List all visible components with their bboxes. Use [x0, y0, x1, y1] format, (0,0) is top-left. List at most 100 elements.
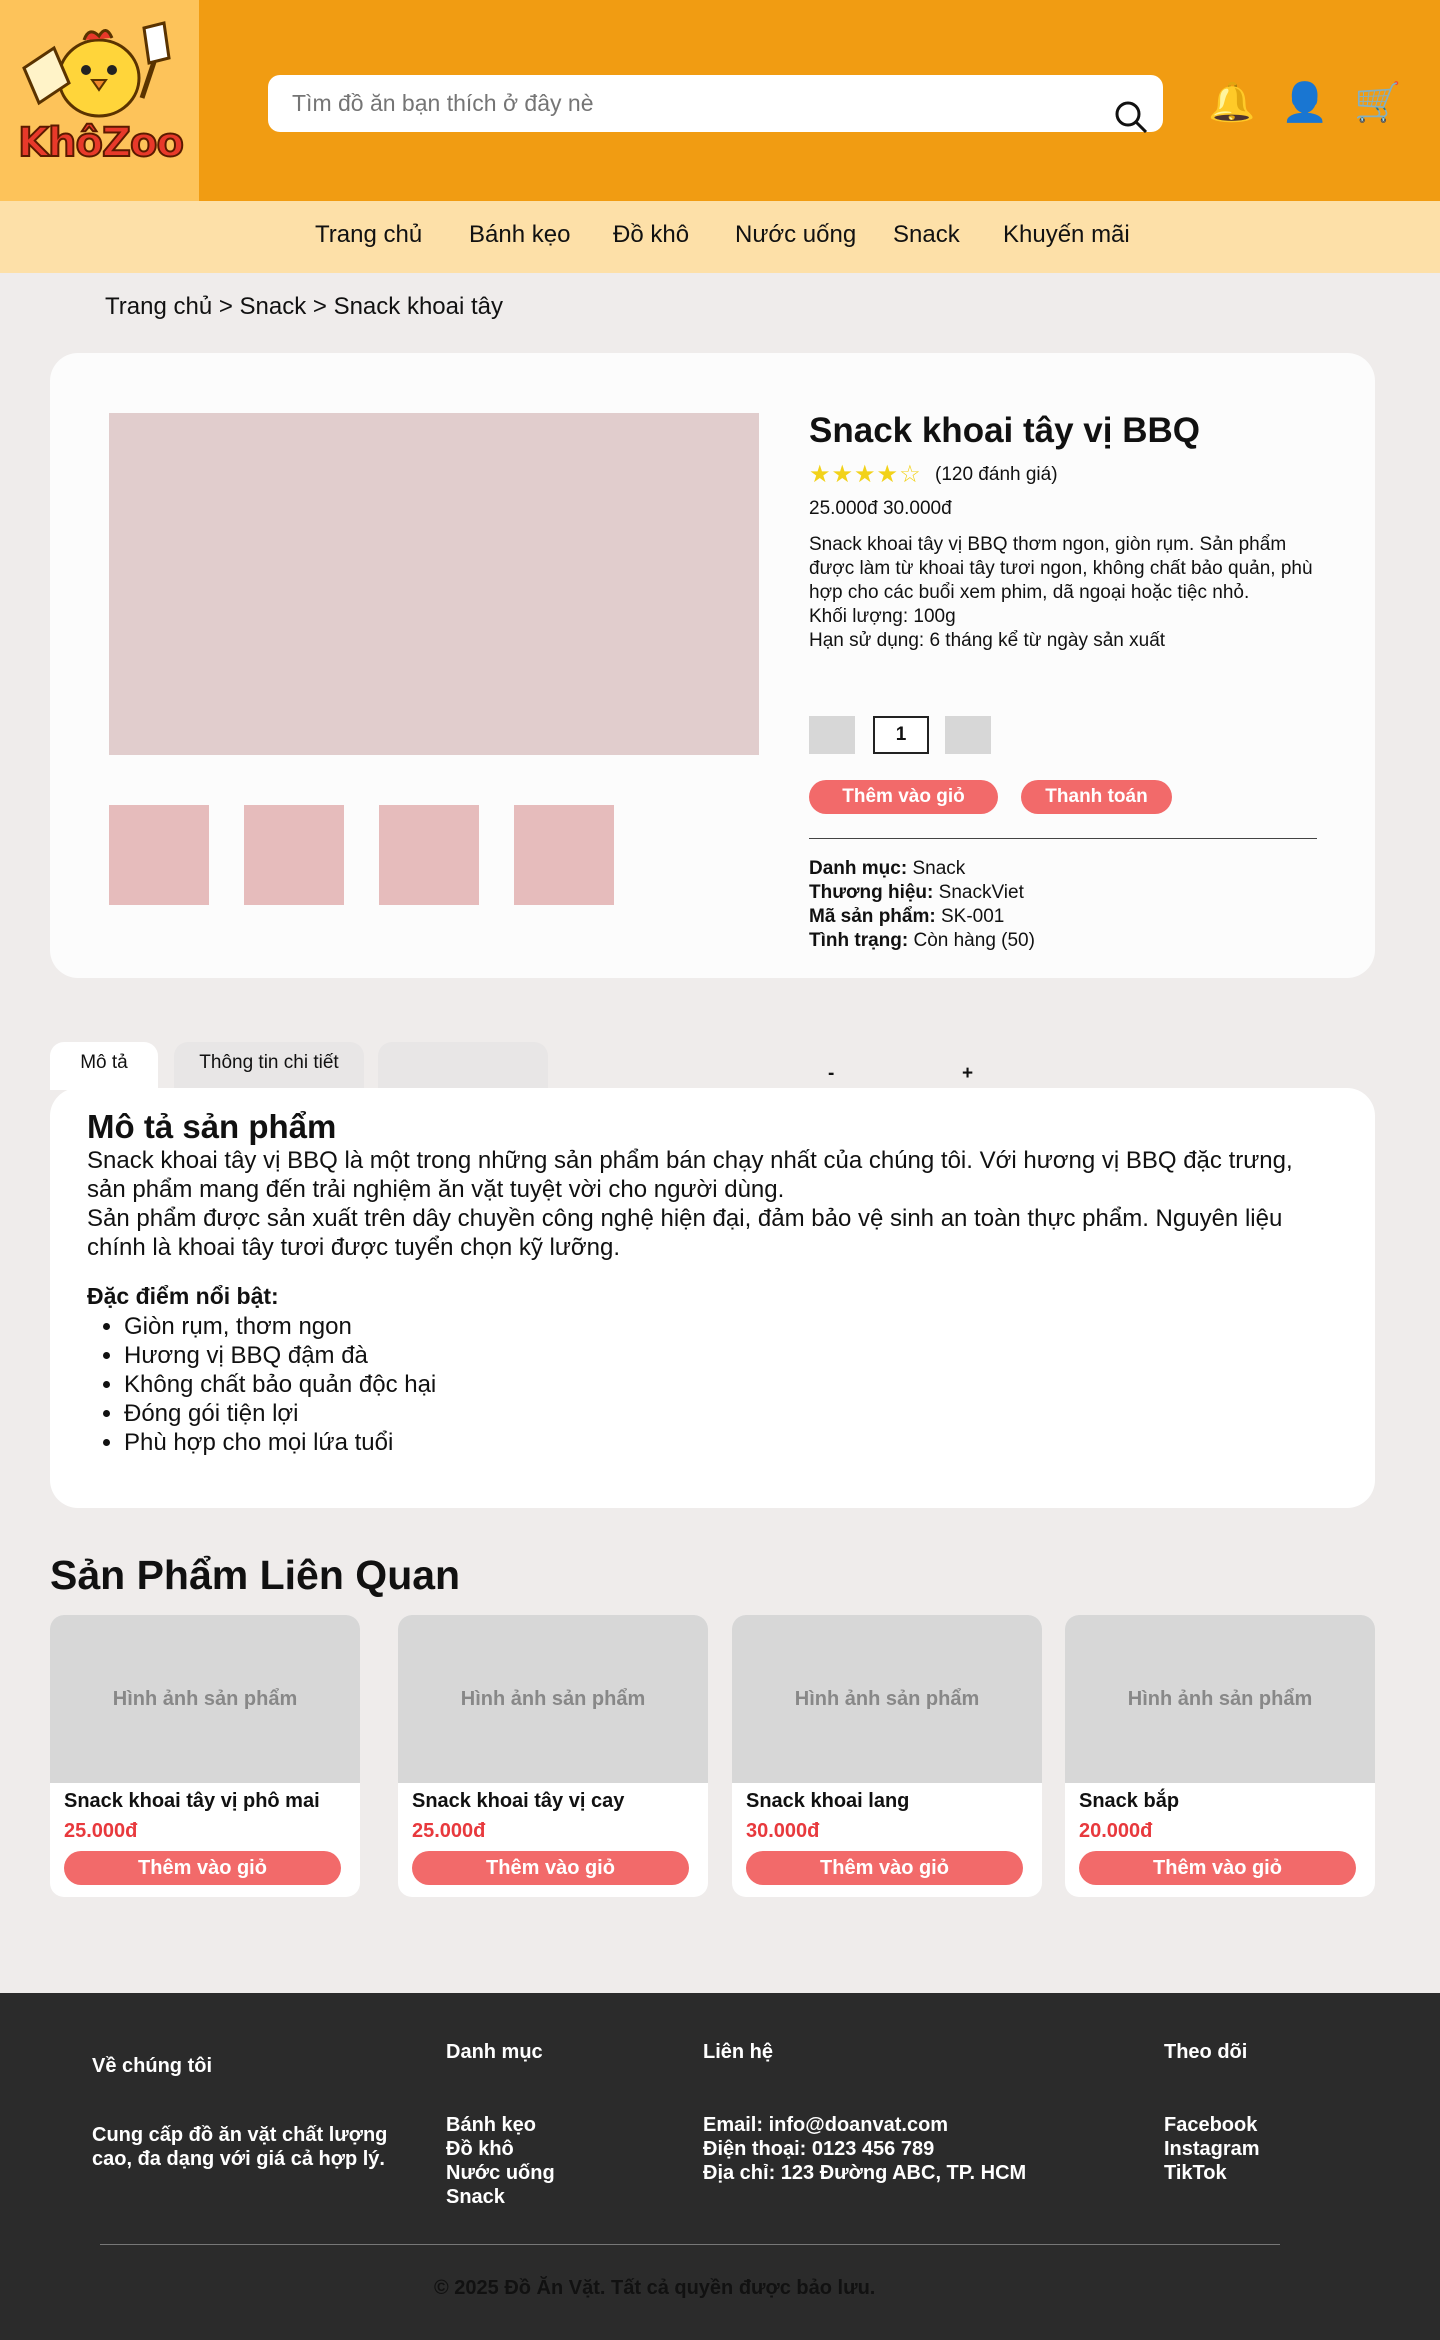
weight-text: Khối lượng: 100g [809, 606, 956, 627]
meta-label: Tình trạng: [809, 930, 909, 951]
search-bar [268, 75, 1163, 134]
product-image-placeholder: Hình ảnh sản phẩm [398, 1615, 708, 1783]
list-item: Giòn rụm, thơm ngon [124, 1312, 436, 1341]
product-short-description: Snack khoai tây vị BBQ thơm ngon, giòn r… [809, 533, 1329, 653]
contact-email[interactable]: Email: info@doanvat.com [703, 2113, 1026, 2137]
footer-link[interactable]: Nước uống [446, 2161, 555, 2185]
footer-about-text: Cung cấp đồ ăn vặt chất lượng cao, đa dạ… [92, 2124, 388, 2170]
product-price: 20.000đ [1079, 1820, 1153, 1842]
description-paragraph: Snack khoai tây vị BBQ là một trong nhữn… [87, 1147, 1293, 1203]
footer-divider [100, 2244, 1280, 2245]
quantity-decrease-button[interactable] [809, 716, 855, 754]
list-item: Đóng gói tiện lợi [124, 1399, 436, 1428]
star-rating-icon: ★★★★☆ [809, 461, 922, 488]
meta-value: SK-001 [940, 906, 1005, 927]
footer-about-title: Về chúng tôi [92, 2055, 212, 2077]
footer-link[interactable]: Bánh kẹo [446, 2113, 555, 2137]
list-item: Không chất bảo quản độc hại [124, 1370, 436, 1399]
meta-label: Danh mục: [809, 858, 908, 879]
bell-icon[interactable]: 🔔 [1207, 78, 1257, 128]
product-title: Snack khoai tây vị BBQ [809, 411, 1200, 450]
expiry-text: Hạn sử dụng: 6 tháng kể từ ngày sản xuất [809, 630, 1166, 651]
nav-item-home[interactable]: Trang chủ [315, 221, 422, 249]
meta-stock-status: Tình trạng: Còn hàng (50) [809, 929, 1035, 953]
nav-item-drinks[interactable]: Nước uống [735, 221, 856, 249]
footer-categories-title: Danh mục [446, 2041, 543, 2063]
social-link-instagram[interactable]: Instagram [1164, 2137, 1260, 2161]
footer-link[interactable]: Đồ khô [446, 2137, 555, 2161]
add-to-cart-button[interactable]: Thêm vào giỏ [746, 1851, 1023, 1885]
plus-symbol: + [962, 1063, 974, 1084]
copyright: © 2025 Đồ Ăn Vặt. Tất cả quyền được bảo … [434, 2277, 876, 2299]
related-product-card[interactable]: Hình ảnh sản phẩm Snack khoai tây vị phô… [50, 1615, 360, 1897]
breadcrumb[interactable]: Trang chủ > Snack > Snack khoai tây [105, 293, 503, 321]
social-link-facebook[interactable]: Facebook [1164, 2113, 1260, 2137]
add-to-cart-button[interactable]: Thêm vào giỏ [809, 780, 998, 814]
product-name[interactable]: Snack bắp [1079, 1790, 1179, 1813]
product-image-placeholder: Hình ảnh sản phẩm [1065, 1615, 1375, 1783]
logo-text: KhôZoo [17, 119, 185, 167]
meta-sku: Mã sản phẩm: SK-001 [809, 905, 1004, 929]
search-icon[interactable] [1114, 100, 1148, 134]
product-thumbnail[interactable] [514, 805, 614, 905]
tab-details[interactable]: Thông tin chi tiết [174, 1042, 364, 1090]
footer-follow-title: Theo dõi [1164, 2041, 1248, 2063]
quantity-increase-button[interactable] [945, 716, 991, 754]
search-input[interactable] [292, 85, 1092, 121]
related-product-card[interactable]: Hình ảnh sản phẩm Snack khoai tây vị cay… [398, 1615, 708, 1897]
add-to-cart-button[interactable]: Thêm vào giỏ [412, 1851, 689, 1885]
footer-categories-list: Bánh kẹo Đồ khô Nước uống Snack [446, 2113, 555, 2209]
nav-item-dried-food[interactable]: Đồ khô [613, 221, 689, 249]
logo[interactable] [0, 0, 199, 201]
main-nav: Trang chủ Bánh kẹo Đồ khô Nước uống Snac… [0, 201, 1440, 273]
meta-label: Thương hiệu: [809, 882, 934, 903]
product-thumbnail[interactable] [244, 805, 344, 905]
cart-icon[interactable]: 🛒 [1353, 78, 1403, 128]
add-to-cart-button[interactable]: Thêm vào giỏ [1079, 1851, 1356, 1885]
footer-contact-title: Liên hệ [703, 2041, 774, 2063]
related-product-card[interactable]: Hình ảnh sản phẩm Snack bắp 20.000đ Thêm… [1065, 1615, 1375, 1897]
chick-mascot-icon [22, 21, 171, 118]
add-to-cart-button[interactable]: Thêm vào giỏ [64, 1851, 341, 1885]
checkout-button[interactable]: Thanh toán [1021, 780, 1172, 814]
nav-item-candy[interactable]: Bánh kẹo [469, 221, 570, 249]
review-count[interactable]: (120 đánh giá) [935, 464, 1058, 486]
minus-symbol: - [828, 1063, 835, 1084]
contact-phone[interactable]: Điện thoại: 0123 456 789 [703, 2137, 1026, 2161]
related-product-card[interactable]: Hình ảnh sản phẩm Snack khoai lang 30.00… [732, 1615, 1042, 1897]
footer-link[interactable]: Snack [446, 2185, 555, 2209]
footer-contact-list: Email: info@doanvat.com Điện thoại: 0123… [703, 2113, 1026, 2185]
product-price: 25.000đ [412, 1820, 486, 1842]
product-thumbnail[interactable] [379, 805, 479, 905]
features-heading: Đặc điểm nổi bật: [87, 1283, 279, 1309]
meta-label: Mã sản phẩm: [809, 906, 936, 927]
list-item: Phù hợp cho mọi lứa tuổi [124, 1428, 436, 1457]
meta-value: SnackViet [938, 882, 1024, 903]
user-icon[interactable]: 👤 [1280, 78, 1330, 128]
footer-social-list: Facebook Instagram TikTok [1164, 2113, 1260, 2185]
contact-address: Địa chỉ: 123 Đường ABC, TP. HCM [703, 2162, 1027, 2184]
product-price: 25.000đ 30.000đ [809, 498, 952, 519]
meta-value: Snack [912, 858, 966, 879]
nav-item-promotions[interactable]: Khuyến mãi [1003, 221, 1130, 249]
product-image-placeholder: Hình ảnh sản phẩm [50, 1615, 360, 1783]
features-list: Giòn rụm, thơm ngon Hương vị BBQ đậm đà … [124, 1312, 436, 1457]
meta-category: Danh mục: Snack [809, 857, 965, 881]
product-name[interactable]: Snack khoai lang [746, 1790, 909, 1813]
product-image-placeholder: Hình ảnh sản phẩm [732, 1615, 1042, 1783]
product-price: 25.000đ [64, 1820, 138, 1842]
product-name[interactable]: Snack khoai tây vị phô mai [64, 1790, 320, 1813]
product-price: 30.000đ [746, 1820, 820, 1842]
social-link-tiktok[interactable]: TikTok [1164, 2161, 1260, 2185]
tab-description[interactable]: Mô tả [50, 1042, 158, 1090]
product-name[interactable]: Snack khoai tây vị cay [412, 1790, 624, 1813]
meta-value: Còn hàng (50) [913, 930, 1035, 951]
product-thumbnail[interactable] [109, 805, 209, 905]
divider [809, 838, 1317, 839]
related-products-title: Sản Phẩm Liên Quan [50, 1552, 461, 1598]
description-text: Snack khoai tây vị BBQ thơm ngon, giòn r… [809, 534, 1313, 603]
quantity-input[interactable]: 1 [873, 716, 929, 754]
meta-brand: Thương hiệu: SnackViet [809, 881, 1024, 905]
tab-empty[interactable] [378, 1042, 548, 1090]
nav-item-snack[interactable]: Snack [893, 221, 960, 249]
